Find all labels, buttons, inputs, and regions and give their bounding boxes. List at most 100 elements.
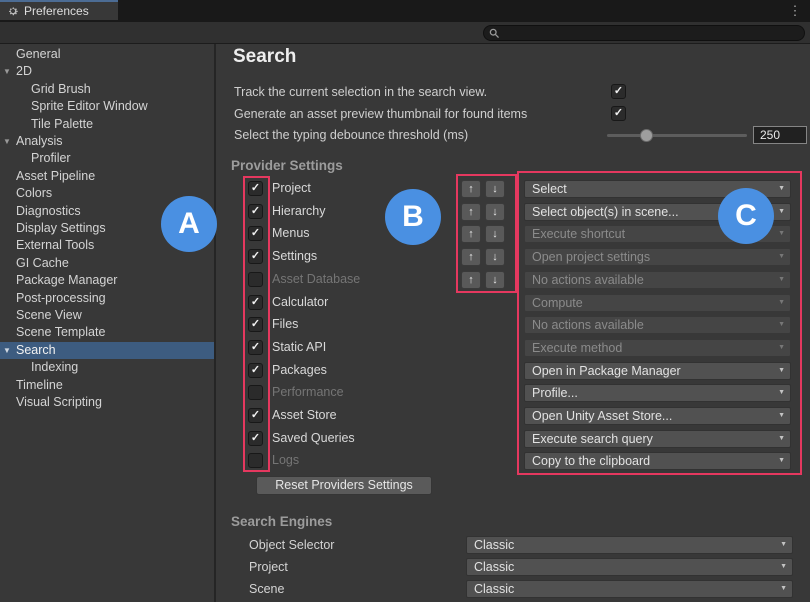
expander-icon[interactable]: ▼ — [3, 63, 13, 80]
provider-checkbox-settings[interactable]: ✓ — [248, 249, 263, 264]
option-track-selection-label: Track the current selection in the searc… — [234, 84, 487, 100]
sidebar-item-colors[interactable]: Colors — [0, 185, 214, 202]
provider-label-performance: Performance — [272, 384, 344, 401]
sidebar-item-label: Analysis — [16, 133, 63, 150]
sidebar-item-indexing[interactable]: Indexing — [0, 359, 214, 376]
expander-icon[interactable]: ▼ — [3, 342, 13, 359]
provider-move-up-button-asset-database[interactable]: ↑ — [461, 271, 481, 289]
provider-checkbox-files[interactable]: ✓ — [248, 317, 263, 332]
search-engines-header: Search Engines — [231, 514, 332, 529]
provider-move-down-button-hierarchy[interactable]: ↓ — [485, 203, 505, 221]
provider-checkbox-project[interactable]: ✓ — [248, 181, 263, 196]
provider-checkbox-calculator[interactable]: ✓ — [248, 295, 263, 310]
provider-move-up-button-project[interactable]: ↑ — [461, 180, 481, 198]
search-engine-label-object-selector: Object Selector — [249, 536, 334, 554]
provider-checkbox-saved-queries[interactable]: ✓ — [248, 431, 263, 446]
sidebar-item-label: Sprite Editor Window — [31, 98, 148, 115]
provider-action-dropdown-project[interactable]: Select ▼ — [524, 180, 791, 198]
dropdown-selected-value: Execute shortcut — [532, 226, 625, 242]
provider-checkbox-asset-database[interactable] — [248, 272, 263, 287]
annotation-badge-b: B — [385, 189, 441, 245]
tab-preferences[interactable]: Preferences — [0, 0, 118, 20]
sidebar-item-sprite-editor-window[interactable]: Sprite Editor Window — [0, 98, 214, 115]
sidebar-item-analysis[interactable]: ▼Analysis — [0, 133, 214, 150]
dropdown-selected-value: No actions available — [532, 317, 644, 333]
provider-move-up-button-hierarchy[interactable]: ↑ — [461, 203, 481, 221]
sidebar-item-general[interactable]: General — [0, 46, 214, 63]
provider-label-saved-queries: Saved Queries — [272, 430, 355, 447]
sidebar-item-diagnostics[interactable]: Diagnostics — [0, 203, 214, 220]
chevron-down-icon: ▼ — [778, 272, 785, 288]
kebab-menu-icon[interactable]: ⋮ — [788, 2, 802, 20]
provider-action-dropdown-hierarchy[interactable]: Select object(s) in scene...▼ — [524, 203, 791, 221]
dropdown-selected-value: Compute — [532, 295, 583, 311]
provider-action-dropdown-asset-store[interactable]: Open Unity Asset Store...▼ — [524, 407, 791, 425]
settings-search-input[interactable] — [500, 26, 794, 40]
chevron-down-icon: ▼ — [778, 181, 785, 197]
provider-move-up-button-settings[interactable]: ↑ — [461, 248, 481, 266]
provider-action-dropdown-saved-queries[interactable]: Execute search query▼ — [524, 430, 791, 448]
sidebar-item-label: External Tools — [16, 237, 94, 254]
dropdown-selected-value: Copy to the clipboard — [532, 453, 650, 469]
sidebar-item-profiler[interactable]: Profiler — [0, 150, 214, 167]
search-engine-label-project: Project — [249, 558, 288, 576]
sidebar-item-timeline[interactable]: Timeline — [0, 377, 214, 394]
sidebar-item-scene-view[interactable]: Scene View — [0, 307, 214, 324]
provider-checkbox-packages[interactable]: ✓ — [248, 363, 263, 378]
dropdown-selected-value: Open Unity Asset Store... — [532, 408, 672, 424]
chevron-down-icon: ▼ — [778, 317, 785, 333]
chevron-down-icon: ▼ — [778, 453, 785, 469]
provider-action-dropdown-performance[interactable]: Profile...▼ — [524, 384, 791, 402]
sidebar-item-tile-palette[interactable]: Tile Palette — [0, 116, 214, 133]
sidebar-item-asset-pipeline[interactable]: Asset Pipeline — [0, 168, 214, 185]
provider-checkbox-hierarchy[interactable]: ✓ — [248, 204, 263, 219]
provider-action-dropdown-files: No actions available ▼ — [524, 316, 791, 334]
search-engine-dropdown-object-selector[interactable]: Classic▼ — [466, 536, 793, 554]
debounce-slider-thumb[interactable] — [640, 129, 653, 142]
provider-move-up-button-menus[interactable]: ↑ — [461, 225, 481, 243]
sidebar-item-package-manager[interactable]: Package Manager — [0, 272, 214, 289]
provider-move-down-button-menus[interactable]: ↓ — [485, 225, 505, 243]
option-track-selection-checkbox[interactable]: ✓ — [611, 84, 626, 99]
sidebar-item-gi-cache[interactable]: GI Cache — [0, 255, 214, 272]
reset-providers-button[interactable]: Reset Providers Settings — [256, 476, 432, 495]
sidebar-item-2d[interactable]: ▼2D — [0, 63, 214, 80]
provider-checkbox-logs[interactable] — [248, 453, 263, 468]
settings-toolbar — [0, 22, 810, 44]
debounce-value-field[interactable] — [753, 126, 807, 144]
provider-checkbox-static-api[interactable]: ✓ — [248, 340, 263, 355]
dropdown-selected-value: Classic — [474, 581, 514, 597]
sidebar-item-label: GI Cache — [16, 255, 69, 272]
sidebar-item-grid-brush[interactable]: Grid Brush — [0, 81, 214, 98]
chevron-down-icon: ▼ — [778, 385, 785, 401]
chevron-down-icon: ▼ — [780, 559, 787, 575]
provider-checkbox-performance[interactable] — [248, 385, 263, 400]
dropdown-selected-value: No actions available — [532, 272, 644, 288]
provider-move-down-button-asset-database[interactable]: ↓ — [485, 271, 505, 289]
provider-checkbox-asset-store[interactable]: ✓ — [248, 408, 263, 423]
sidebar-item-scene-template[interactable]: Scene Template — [0, 324, 214, 341]
debounce-slider-track[interactable] — [607, 134, 747, 137]
search-engine-dropdown-project[interactable]: Classic▼ — [466, 558, 793, 576]
sidebar-item-label: Scene View — [16, 307, 82, 324]
search-engine-dropdown-scene[interactable]: Classic▼ — [466, 580, 793, 598]
dropdown-selected-value: Select — [532, 181, 567, 197]
expander-icon[interactable]: ▼ — [3, 133, 13, 150]
sidebar-item-search[interactable]: ▼Search — [0, 342, 214, 359]
provider-action-dropdown-calculator: Compute▼ — [524, 294, 791, 312]
option-preview-thumbnail-checkbox[interactable]: ✓ — [611, 106, 626, 121]
provider-checkbox-menus[interactable]: ✓ — [248, 226, 263, 241]
provider-move-down-button-project[interactable]: ↓ — [485, 180, 505, 198]
sidebar-item-visual-scripting[interactable]: Visual Scripting — [0, 394, 214, 411]
provider-action-dropdown-logs[interactable]: Copy to the clipboard ▼ — [524, 452, 791, 470]
search-icon — [489, 28, 500, 39]
provider-settings-header: Provider Settings — [231, 158, 343, 173]
provider-move-down-button-settings[interactable]: ↓ — [485, 248, 505, 266]
settings-search-field[interactable] — [483, 25, 805, 41]
sidebar-item-label: Post-processing — [16, 290, 106, 307]
provider-label-settings: Settings — [272, 248, 317, 265]
sidebar-item-external-tools[interactable]: External Tools — [0, 237, 214, 254]
sidebar-item-post-processing[interactable]: Post-processing — [0, 290, 214, 307]
provider-action-dropdown-packages[interactable]: Open in Package Manager▼ — [524, 362, 791, 380]
sidebar-item-display-settings[interactable]: Display Settings — [0, 220, 214, 237]
